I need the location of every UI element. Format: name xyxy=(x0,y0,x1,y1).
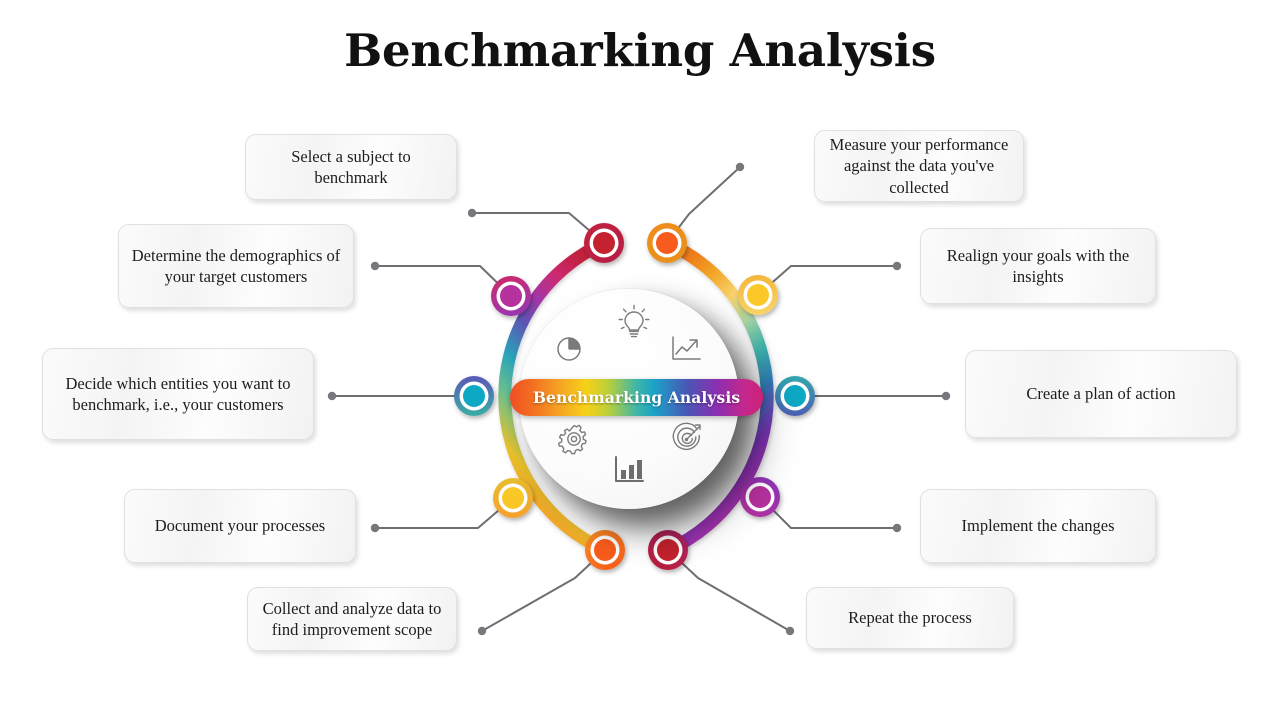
connector-dot xyxy=(467,208,477,218)
connector-step-5 xyxy=(481,549,606,632)
connector-dot xyxy=(327,391,337,401)
callout-step-4[interactable]: Document your processes xyxy=(124,489,356,563)
callout-label: Document your processes xyxy=(154,516,326,536)
connector-dot xyxy=(735,162,745,172)
target-icon xyxy=(669,420,705,456)
connector-dot xyxy=(370,523,380,533)
connector-step-9 xyxy=(759,496,898,529)
connector-step-4 xyxy=(374,497,514,529)
node-step-7[interactable] xyxy=(738,275,778,315)
callout-step-7[interactable]: Realign your goals with the insights xyxy=(920,228,1156,304)
node-step-2[interactable] xyxy=(491,276,531,316)
callout-label: Collect and analyze data to find improve… xyxy=(262,598,442,639)
node-step-4[interactable] xyxy=(493,478,533,518)
callout-step-2[interactable]: Determine the demographics of your targe… xyxy=(118,224,354,308)
node-step-6[interactable] xyxy=(647,223,687,263)
connector-step-1 xyxy=(471,212,605,244)
node-step-5[interactable] xyxy=(585,530,625,570)
node-step-1[interactable] xyxy=(584,223,624,263)
hub-label-pill: Benchmarking Analysis xyxy=(510,379,763,416)
connector-dot xyxy=(477,626,487,636)
callout-label: Repeat the process xyxy=(848,608,972,628)
callout-step-8[interactable]: Create a plan of action xyxy=(965,350,1237,438)
callout-label: Determine the demographics of your targe… xyxy=(131,245,341,286)
connector-dot xyxy=(370,261,380,271)
callout-step-5[interactable]: Collect and analyze data to find improve… xyxy=(247,587,457,651)
connector-dot xyxy=(892,523,902,533)
callout-step-1[interactable]: Select a subject to benchmark xyxy=(245,134,457,200)
callout-label: Implement the changes xyxy=(961,516,1115,536)
bar-chart-icon xyxy=(613,455,645,485)
callout-label: Select a subject to benchmark xyxy=(291,146,411,187)
callout-step-10[interactable]: Repeat the process xyxy=(806,587,1014,649)
connector-step-10 xyxy=(667,549,791,632)
connector-dot xyxy=(785,626,795,636)
callout-label: Create a plan of action xyxy=(1026,384,1176,404)
connector-dot xyxy=(941,391,951,401)
node-step-3[interactable] xyxy=(454,376,494,416)
connector-step-2 xyxy=(374,265,512,297)
callout-label: Realign your goals with the insights xyxy=(946,245,1130,286)
node-step-10[interactable] xyxy=(648,530,688,570)
hub-label-text: Benchmarking Analysis xyxy=(532,388,741,407)
callout-step-3[interactable]: Decide which entities you want to benchm… xyxy=(42,348,314,440)
node-step-8[interactable] xyxy=(775,376,815,416)
slide-canvas: Benchmarking Analysis Benchmarking Analy… xyxy=(0,0,1280,720)
gear-icon xyxy=(557,422,591,456)
node-step-9[interactable] xyxy=(740,477,780,517)
lightbulb-icon xyxy=(617,303,651,341)
callout-label: Measure your performance against the dat… xyxy=(829,134,1009,197)
callout-label: Decide which entities you want to benchm… xyxy=(65,373,291,414)
line-chart-icon xyxy=(670,335,702,363)
connector-step-7 xyxy=(757,265,898,296)
callout-step-9[interactable]: Implement the changes xyxy=(920,489,1156,563)
connector-dot xyxy=(892,261,902,271)
callout-step-6[interactable]: Measure your performance against the dat… xyxy=(814,130,1024,202)
pie-chart-icon xyxy=(555,333,585,363)
